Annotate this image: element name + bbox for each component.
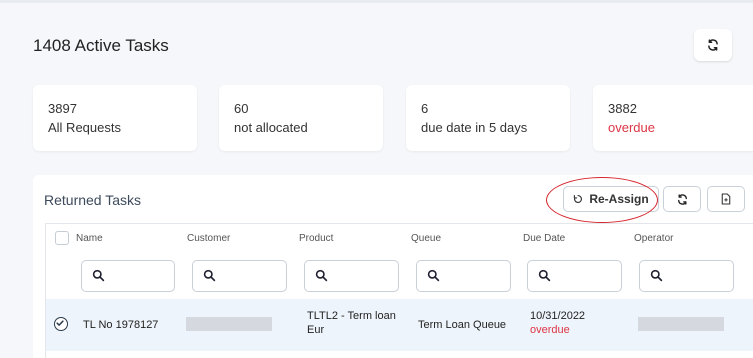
column-header-due-date[interactable]: Due Date [523,233,565,244]
stat-value: 60 [234,101,249,116]
page: 1408 Active Tasks 3897 All Requests 60 n… [0,0,753,358]
due-status: overdue [530,324,570,336]
customer-filter-input[interactable] [192,260,287,292]
stat-card-all-requests[interactable]: 3897 All Requests [33,85,197,151]
operator-filter-input[interactable] [639,260,734,292]
export-icon [721,193,731,205]
highlight-annotation [546,177,658,223]
customer-redacted [186,317,272,331]
search-icon [203,269,216,282]
due-date: 10/31/2022 [530,310,586,322]
column-header-operator[interactable]: Operator [634,233,673,244]
stat-label: due date in 5 days [421,120,528,135]
stat-card-overdue[interactable]: 3882 overdue [593,85,753,151]
row-checkbox[interactable] [54,317,68,331]
tasks-table: Name Customer Product Queue Due Date Ope… [45,223,753,358]
table-row[interactable]: TL No 1978127 TLTL2 - Term loan Eur Term… [46,299,753,351]
stat-label: not allocated [234,120,308,135]
refresh-button[interactable] [694,29,732,61]
stat-value: 3897 [48,101,77,116]
search-icon [427,269,440,282]
operator-redacted [638,317,724,331]
stat-value: 3882 [608,101,637,116]
refresh-icon [677,193,687,205]
name-filter-input[interactable] [81,260,175,292]
stat-label: All Requests [48,120,121,135]
search-icon [650,269,663,282]
search-icon [92,269,105,282]
search-icon [315,269,328,282]
check-icon [56,320,64,326]
top-divider [0,0,753,3]
column-header-name[interactable]: Name [76,233,103,244]
queue-name: Term Loan Queue [418,319,507,331]
returned-tasks-panel: Returned Tasks Re-Assign Name Customer P… [33,175,753,358]
product-line1: TLTL2 - Term loan [307,310,396,322]
stat-label: overdue [608,120,655,135]
stat-card-not-allocated[interactable]: 60 not allocated [219,85,383,151]
product-filter-input[interactable] [304,260,399,292]
due-date-filter-input[interactable] [527,260,622,292]
select-all-checkbox[interactable] [55,231,69,245]
task-name[interactable]: TL No 1978127 [83,319,158,332]
column-header-queue[interactable]: Queue [411,233,441,244]
export-button[interactable] [707,186,745,212]
product-line2: Eur [307,324,325,336]
column-header-product[interactable]: Product [299,233,333,244]
search-icon [538,269,551,282]
stat-value: 6 [421,101,429,116]
table-header: Name Customer Product Queue Due Date Ope… [46,224,753,252]
refresh-icon [708,39,718,51]
page-title: 1408 Active Tasks [33,36,169,55]
column-header-customer[interactable]: Customer [187,233,230,244]
panel-title: Returned Tasks [44,192,142,208]
refresh-table-button[interactable] [663,186,701,212]
queue-filter-input[interactable] [416,260,511,292]
stat-card-due-soon[interactable]: 6 due date in 5 days [406,85,570,151]
filter-row [46,252,753,298]
